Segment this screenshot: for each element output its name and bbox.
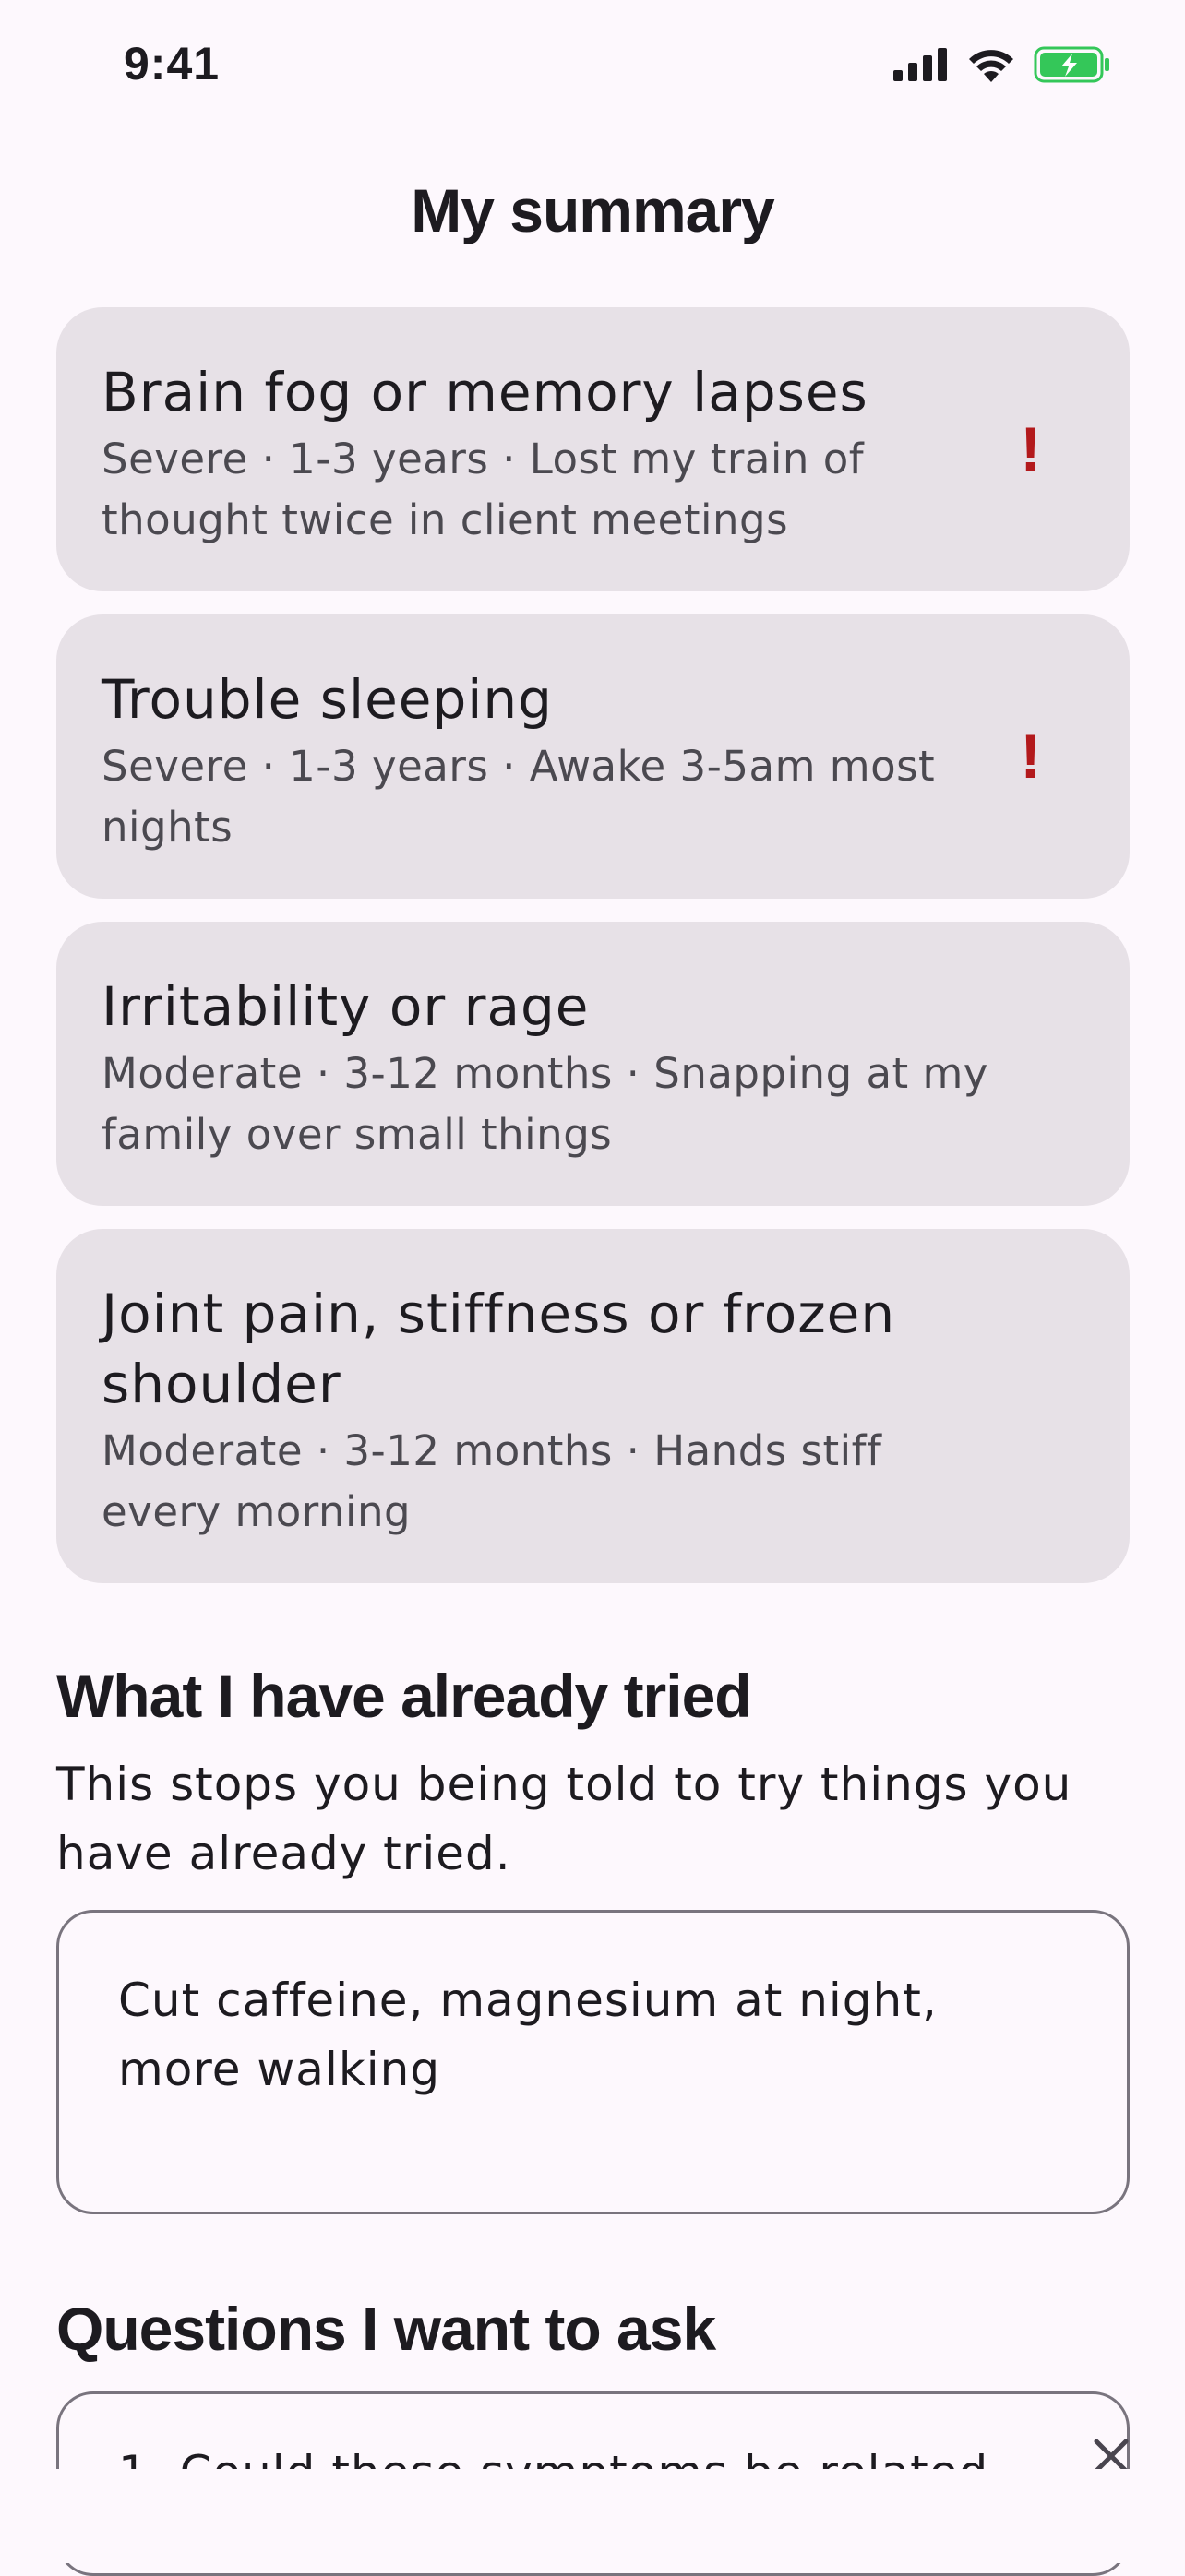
status-icons	[893, 46, 1111, 83]
tried-heading: What I have already tried	[56, 1662, 752, 1730]
bottom-safe-area	[0, 2469, 1185, 2563]
status-bar: 9:41	[0, 0, 1185, 138]
symptom-card[interactable]: Trouble sleeping Severe · 1-3 years · Aw…	[56, 614, 1130, 899]
symptom-title: Irritability or rage	[102, 975, 590, 1038]
symptom-card[interactable]: Irritability or rage Moderate · 3-12 mon…	[56, 922, 1130, 1206]
symptom-details: Moderate · 3-12 months · Snapping at my …	[102, 1049, 988, 1159]
symptom-details: Severe · 1-3 years · Awake 3-5am most ni…	[102, 742, 936, 852]
symptom-card[interactable]: Joint pain, stiffness or frozen shoulder…	[56, 1229, 1130, 1583]
symptom-title: Brain fog or memory lapses	[102, 361, 868, 423]
symptom-card[interactable]: Brain fog or memory lapses Severe · 1-3 …	[56, 307, 1130, 591]
symptom-details: Moderate · 3-12 months · Hands stiff eve…	[102, 1426, 882, 1536]
wifi-icon	[969, 50, 1013, 82]
cellular-signal-icon	[893, 48, 947, 81]
status-time: 9:41	[124, 38, 221, 89]
severity-alert-icon: !	[1020, 414, 1041, 484]
battery-charging-icon	[1034, 46, 1109, 83]
symptom-details: Severe · 1-3 years · Lost my train of th…	[102, 435, 865, 544]
symptom-list: Brain fog or memory lapses Severe · 1-3 …	[56, 307, 1130, 1606]
severity-alert-icon: !	[1020, 722, 1041, 792]
symptom-title: Trouble sleeping	[102, 668, 553, 731]
already-tried-field[interactable]: Cut caffeine, magnesium at night, more w…	[56, 1910, 1130, 2214]
questions-heading: Questions I want to ask	[56, 2295, 716, 2363]
tried-description: This stops you being told to try things …	[56, 1758, 1072, 1880]
page-title: My summary	[411, 176, 775, 244]
symptom-title: Joint pain, stiffness or frozen shoulder	[102, 1282, 896, 1415]
